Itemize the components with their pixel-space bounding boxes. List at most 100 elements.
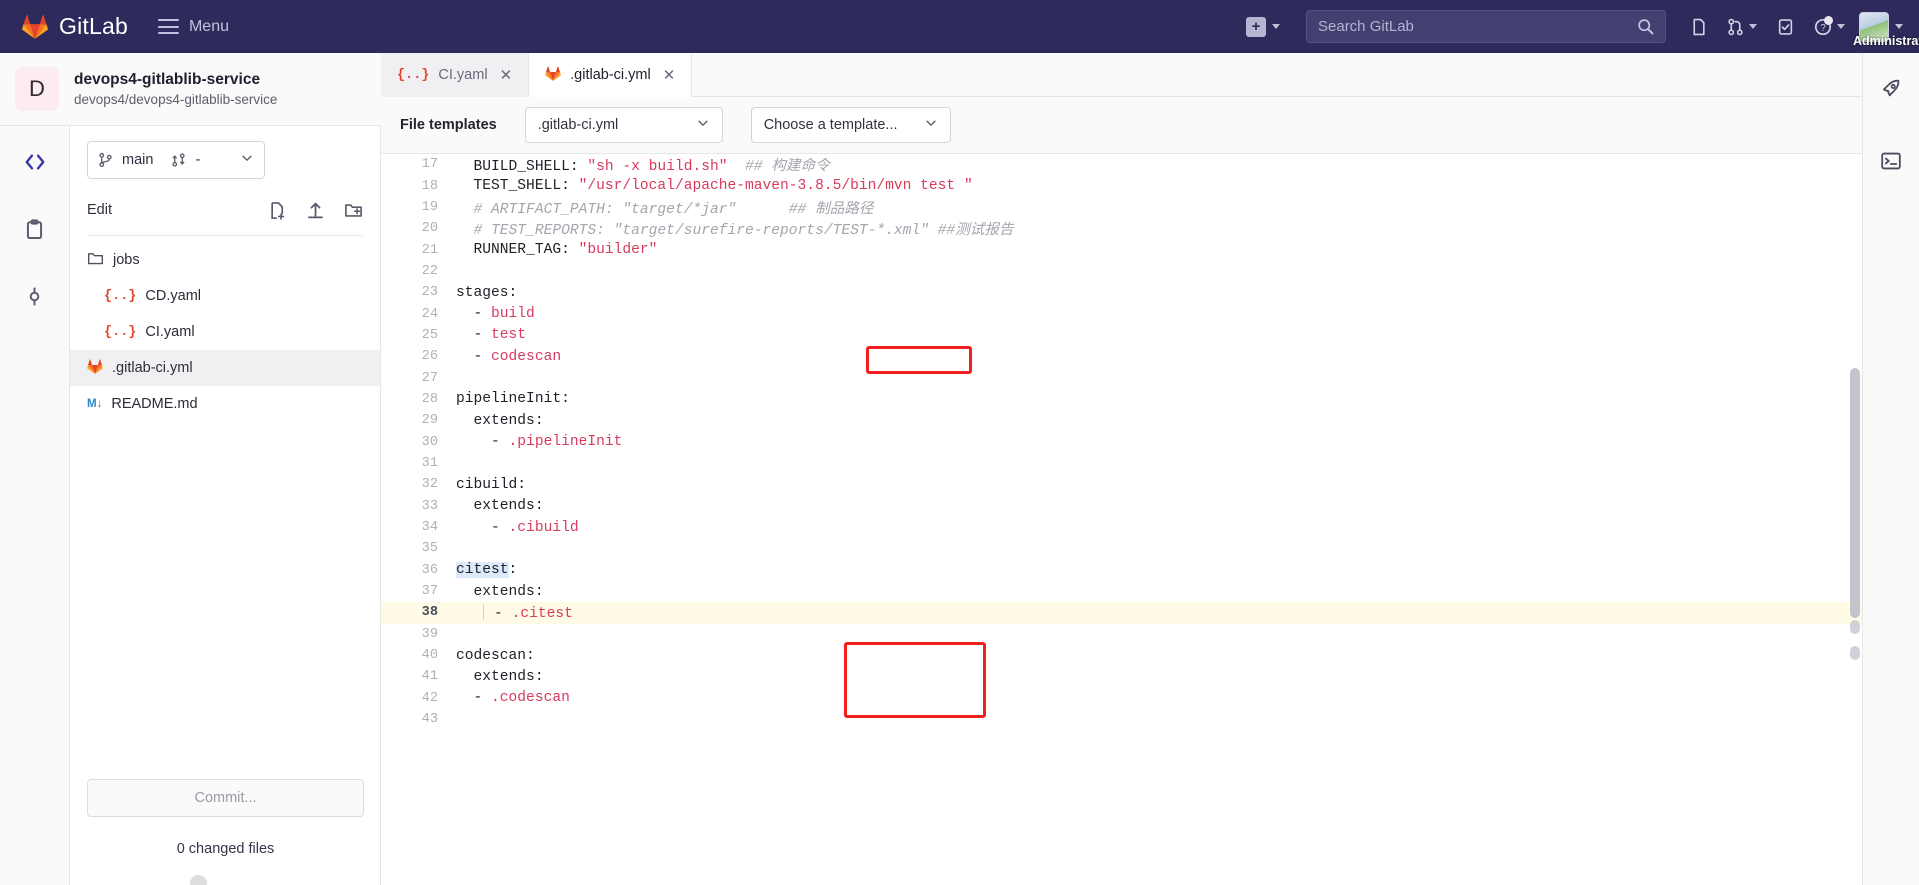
navbar-right: + Search GitLab ? Administra <box>1246 0 1919 53</box>
sidebar-item-commit[interactable] <box>18 279 52 313</box>
new-directory-button[interactable] <box>344 201 363 220</box>
new-dropdown-button[interactable]: + <box>1246 16 1280 37</box>
line-number: 18 <box>421 178 438 194</box>
choose-template-value: Choose a template... <box>763 117 898 133</box>
line-number: 37 <box>421 584 438 600</box>
line-number: 22 <box>421 263 438 279</box>
line-content: - build <box>456 306 535 323</box>
code-lines[interactable]: 17 BUILD_SHELL: "sh -x build.sh" ## 构建命令… <box>381 154 1862 730</box>
chevron-down-icon <box>924 116 938 134</box>
code-line[interactable]: 18 TEST_SHELL: "/usr/local/apache-maven-… <box>381 175 1862 196</box>
code-line[interactable]: 26 - codescan <box>381 346 1862 367</box>
sidebar-item-edit[interactable] <box>18 145 52 179</box>
code-editor[interactable]: 17 BUILD_SHELL: "sh -x build.sh" ## 构建命令… <box>381 154 1862 885</box>
gitlab-web-ide: GitLab Menu + Search GitLab ? Administra… <box>0 0 1919 885</box>
code-line[interactable]: 40 codescan: <box>381 645 1862 666</box>
file-templates-label: File templates <box>400 117 497 133</box>
line-content: RUNNER_TAG: "builder" <box>456 242 658 259</box>
merge-requests-icon[interactable] <box>1727 18 1757 36</box>
tree-item-cd-yaml[interactable]: {..} CD.yaml <box>70 278 380 314</box>
menu-button[interactable]: Menu <box>157 18 229 36</box>
code-line[interactable]: 27 <box>381 367 1862 388</box>
folder-icon <box>87 250 104 271</box>
code-line[interactable]: 17 BUILD_SHELL: "sh -x build.sh" ## 构建命令 <box>381 154 1862 175</box>
code-line[interactable]: 41 extends: <box>381 666 1862 687</box>
code-line[interactable]: 35 <box>381 538 1862 559</box>
line-number: 36 <box>421 562 438 578</box>
code-line[interactable]: 39 <box>381 624 1862 645</box>
pipelines-icon[interactable] <box>1875 73 1907 105</box>
file-type-dropdown[interactable]: .gitlab-ci.yml <box>524 107 723 143</box>
terminal-icon[interactable] <box>1875 145 1907 177</box>
line-content: extends: <box>456 412 544 429</box>
line-content: # TEST_REPORTS: "target/surefire-reports… <box>456 223 1014 240</box>
close-icon[interactable]: ✕ <box>500 66 513 84</box>
file-type-value: .gitlab-ci.yml <box>537 117 619 133</box>
project-path: devops4/devops4-gitlablib-service <box>74 92 278 107</box>
editor-scrollbar[interactable] <box>1848 154 1862 885</box>
code-line[interactable]: 30 - .pipelineInit <box>381 431 1862 452</box>
line-content: citest: <box>456 562 518 579</box>
user-menu-button[interactable]: Administrato <box>1853 11 1919 48</box>
navbar-icon-group: ? <box>1690 15 1845 36</box>
tree-item-jobs[interactable]: jobs <box>70 242 380 278</box>
tree-item-ci-yaml[interactable]: {..} CI.yaml <box>70 314 380 350</box>
help-icon[interactable]: ? <box>1814 15 1845 36</box>
code-line[interactable]: 43 <box>381 709 1862 730</box>
rocket-icon <box>1882 79 1900 97</box>
line-content: pipelineInit: <box>456 391 570 408</box>
tab-gitlab-ci-yml[interactable]: .gitlab-ci.yml ✕ <box>529 53 693 97</box>
close-icon[interactable]: ✕ <box>663 66 676 84</box>
code-line[interactable]: 24 - build <box>381 303 1862 324</box>
todos-icon[interactable] <box>1777 18 1794 36</box>
choose-template-dropdown[interactable]: Choose a template... <box>750 107 951 143</box>
sidebar-item-review[interactable] <box>18 212 52 246</box>
code-line[interactable]: 23 stages: <box>381 282 1862 303</box>
plus-square-icon: + <box>1246 16 1266 37</box>
upload-file-button[interactable] <box>306 201 325 220</box>
code-line[interactable]: 29 extends: <box>381 410 1862 431</box>
search-input[interactable] <box>1318 18 1637 35</box>
scrollbar-marker-2 <box>1850 646 1860 660</box>
code-line[interactable]: 31 <box>381 453 1862 474</box>
code-line[interactable]: 34 - .cibuild <box>381 517 1862 538</box>
line-number: 27 <box>421 370 438 386</box>
line-number: 29 <box>421 413 438 429</box>
line-number: 41 <box>421 669 438 685</box>
status-nub <box>190 875 207 885</box>
code-line[interactable]: 21 RUNNER_TAG: "builder" <box>381 239 1862 260</box>
code-line[interactable]: 28 pipelineInit: <box>381 389 1862 410</box>
file-templates-bar: File templates .gitlab-ci.yml Choose a t… <box>381 97 1862 154</box>
issues-icon[interactable] <box>1690 18 1707 36</box>
code-line[interactable]: 38 - .citest <box>381 602 1862 624</box>
line-content: BUILD_SHELL: "sh -x build.sh" ## 构建命令 <box>456 159 830 176</box>
search-box[interactable] <box>1306 10 1666 43</box>
code-line[interactable]: 42 - .codescan <box>381 688 1862 709</box>
tab-ci-yaml[interactable]: {..} CI.yaml ✕ <box>381 53 530 97</box>
code-line[interactable]: 19 # ARTIFACT_PATH: "target/*jar" ## 制品路… <box>381 197 1862 218</box>
code-line[interactable]: 32 cibuild: <box>381 474 1862 495</box>
code-line[interactable]: 37 extends: <box>381 581 1862 602</box>
code-line[interactable]: 20 # TEST_REPORTS: "target/surefire-repo… <box>381 218 1862 239</box>
clipboard-icon <box>26 218 43 239</box>
commit-area: Commit... 0 changed files <box>70 779 381 885</box>
gitlab-home-link[interactable]: GitLab <box>22 13 128 40</box>
tree-item-gitlab-ci-yml[interactable]: .gitlab-ci.yml <box>70 350 380 386</box>
line-content: - codescan <box>456 348 562 365</box>
commit-icon <box>29 287 40 305</box>
scrollbar-thumb[interactable] <box>1850 368 1860 618</box>
code-line[interactable]: 33 extends: <box>381 496 1862 517</box>
branch-selector[interactable]: main - <box>87 141 265 179</box>
code-line[interactable]: 22 <box>381 261 1862 282</box>
code-line[interactable]: 25 - test <box>381 325 1862 346</box>
new-file-button[interactable] <box>268 201 287 220</box>
tree-item-readme-md[interactable]: M↓ README.md <box>70 386 380 422</box>
yaml-file-icon: {..} <box>397 67 430 83</box>
merge-request-icon <box>172 153 186 167</box>
commit-button[interactable]: Commit... <box>87 779 364 817</box>
line-content: codescan: <box>456 647 535 664</box>
line-content: extends: <box>456 498 544 515</box>
code-line[interactable]: 36 citest: <box>381 560 1862 581</box>
hamburger-icon <box>157 19 179 34</box>
project-avatar: D <box>15 67 59 111</box>
